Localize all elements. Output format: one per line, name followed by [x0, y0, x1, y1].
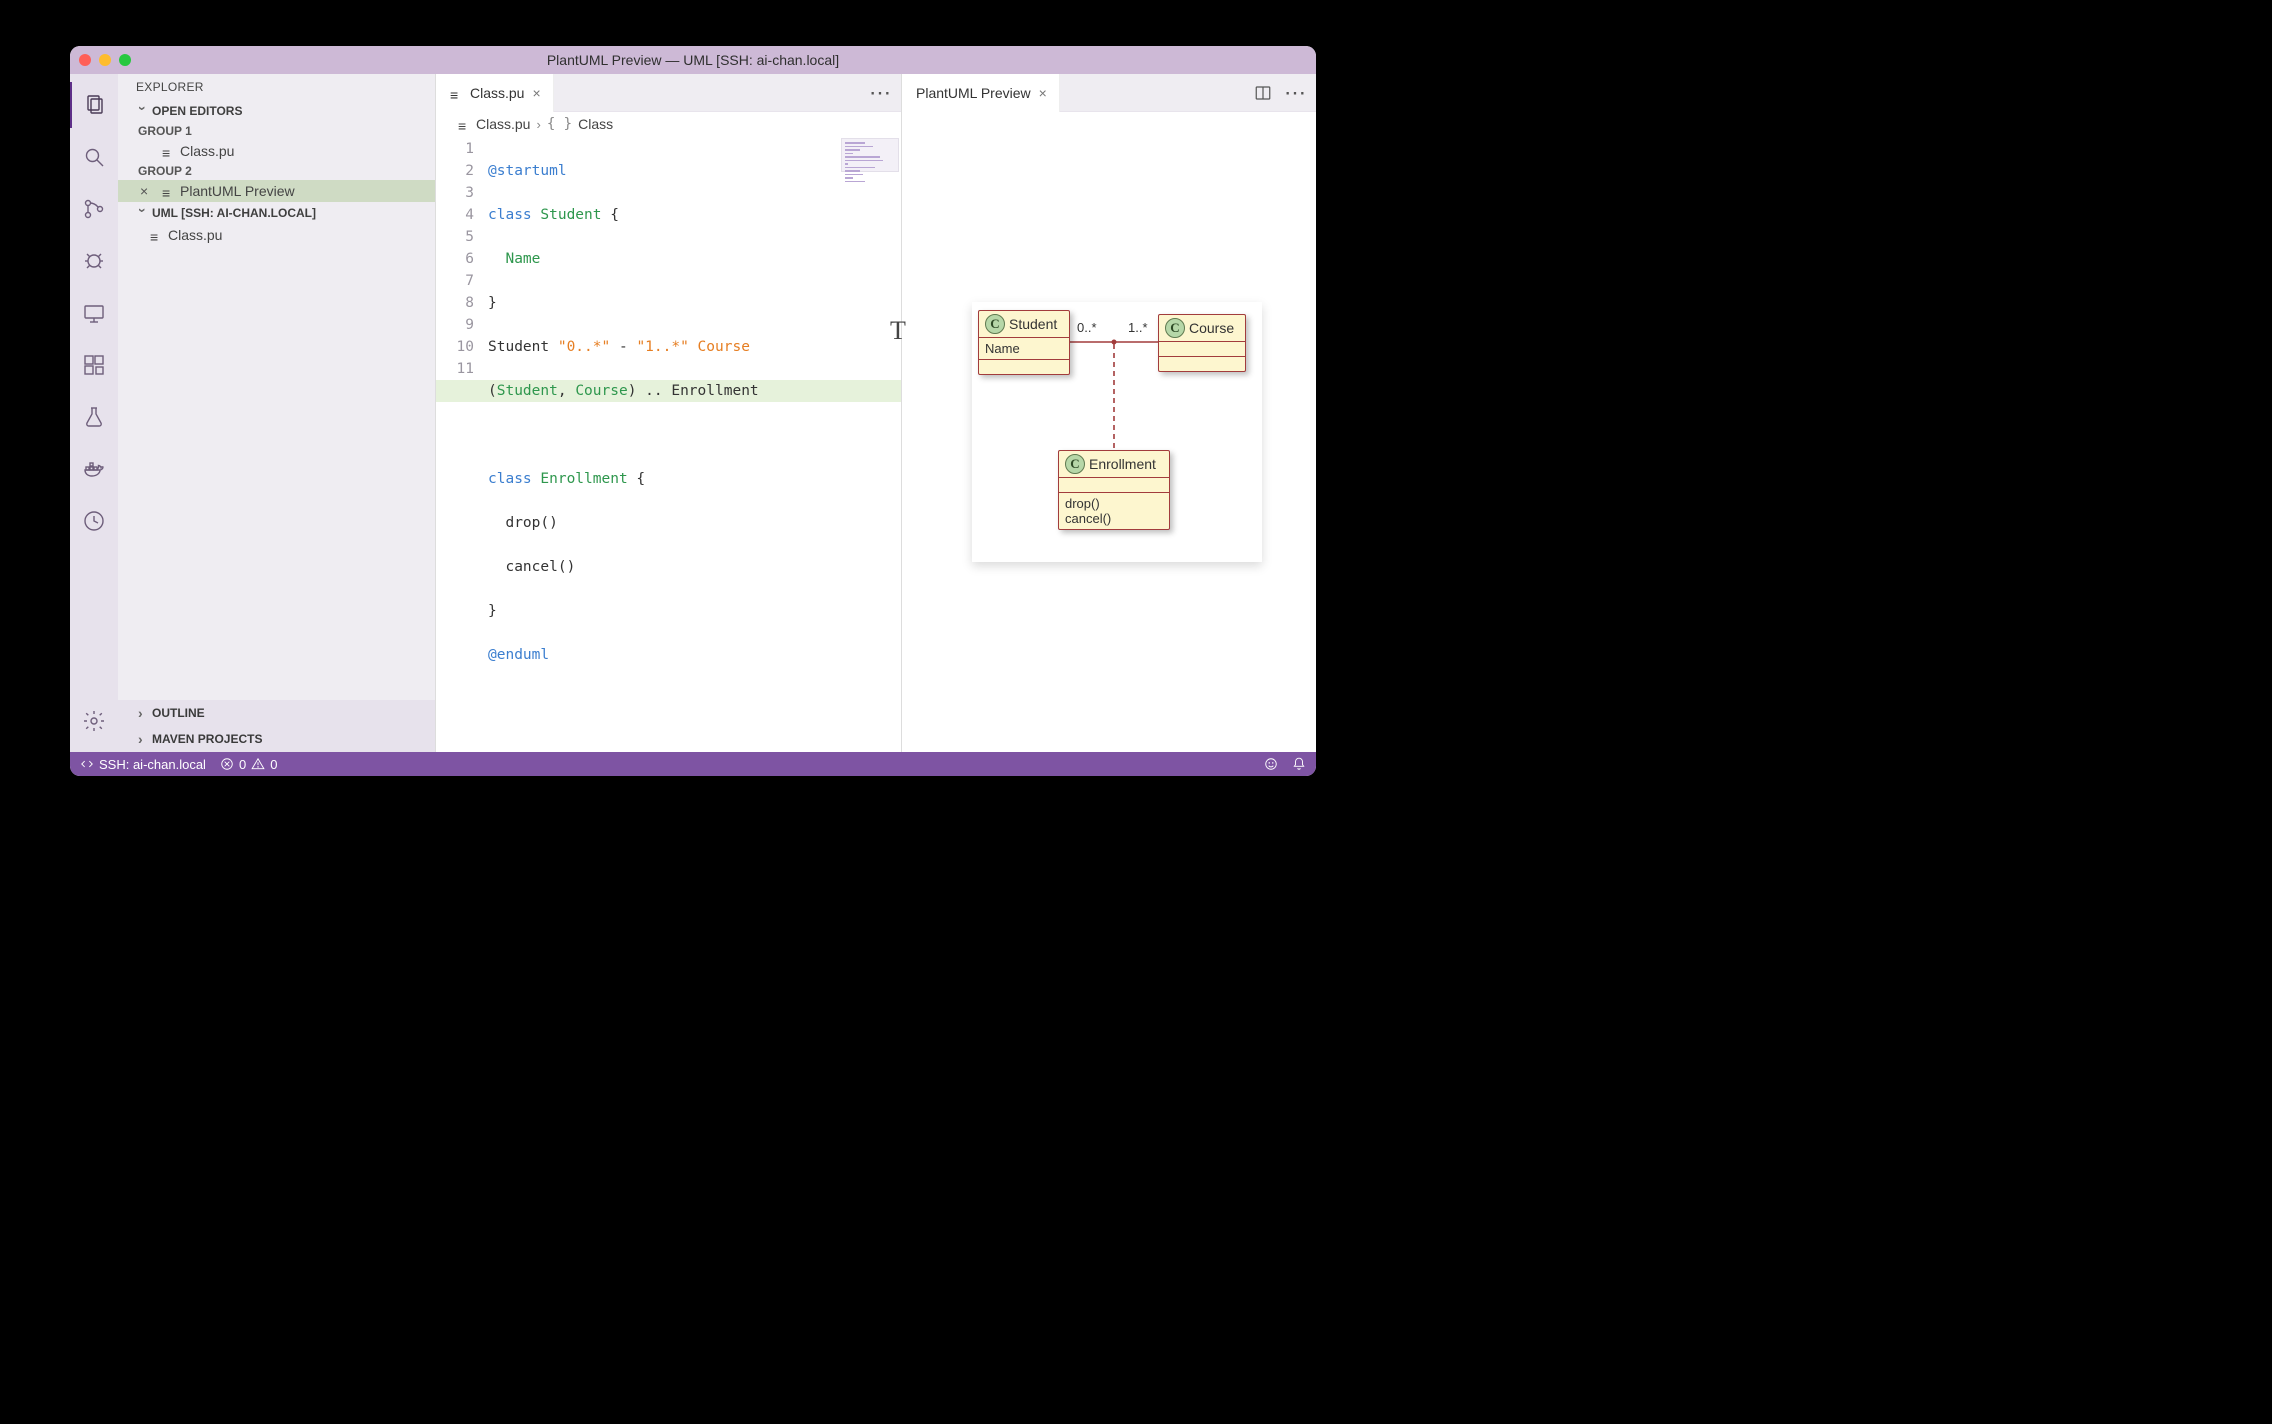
- file-class-pu[interactable]: ≡Class.pu: [118, 224, 435, 246]
- sidebar-title: EXPLORER: [118, 74, 435, 100]
- multiplicity-right: 1..*: [1128, 320, 1148, 335]
- feedback-icon[interactable]: [1264, 757, 1278, 771]
- sidebar-bottom-panels: OUTLINE MAVEN PROJECTS: [118, 700, 435, 752]
- chevron-right-icon: ›: [536, 117, 540, 132]
- class-badge-icon: C: [1065, 454, 1085, 474]
- preview-panel: PlantUML Preview × ⋯ T: [902, 74, 1316, 752]
- close-editor-icon[interactable]: ×: [140, 183, 148, 199]
- file-icon: ≡: [162, 185, 174, 197]
- multiplicity-left: 0..*: [1077, 320, 1097, 335]
- window-title: PlantUML Preview — UML [SSH: ai-chan.loc…: [70, 52, 1316, 68]
- code-content[interactable]: @startuml class Student { Name } Student…: [488, 136, 901, 752]
- open-editor-plantuml-preview[interactable]: ×≡PlantUML Preview: [118, 180, 435, 202]
- open-editor-class-pu[interactable]: ≡Class.pu: [118, 140, 435, 162]
- tab-plantuml-preview[interactable]: PlantUML Preview ×: [902, 74, 1060, 112]
- chevron-right-icon: [138, 731, 148, 747]
- maven-projects-section[interactable]: MAVEN PROJECTS: [118, 726, 435, 752]
- settings-gear-icon[interactable]: [70, 698, 118, 744]
- tab-class-pu[interactable]: ≡ Class.pu ×: [436, 74, 554, 112]
- explorer-sidebar: EXPLORER OPEN EDITORS GROUP 1 ≡Class.pu …: [118, 74, 436, 752]
- group-2-label: GROUP 2: [118, 162, 435, 180]
- workspace-section[interactable]: UML [SSH: AI-CHAN.LOCAL]: [118, 202, 435, 224]
- file-icon: ≡: [458, 118, 470, 130]
- docker-icon[interactable]: [70, 446, 118, 492]
- zoom-window-button[interactable]: [119, 54, 131, 66]
- remote-indicator[interactable]: SSH: ai-chan.local: [80, 757, 206, 772]
- notifications-icon[interactable]: [1292, 757, 1306, 771]
- more-actions-icon[interactable]: ⋯: [869, 80, 891, 106]
- uml-class-enrollment: CEnrollment drop() cancel(): [1058, 450, 1170, 530]
- minimize-window-button[interactable]: [99, 54, 111, 66]
- editor-area: ≡ Class.pu × ⋯ ≡ Class.pu › { } Class: [436, 74, 1316, 752]
- preview-tabbar: PlantUML Preview × ⋯: [902, 74, 1316, 112]
- traffic-lights: [79, 54, 131, 66]
- more-actions-icon[interactable]: ⋯: [1284, 80, 1306, 106]
- breadcrumb[interactable]: ≡ Class.pu › { } Class: [436, 112, 901, 136]
- open-editors-section[interactable]: OPEN EDITORS: [118, 100, 435, 122]
- uml-class-student: CStudent Name: [978, 310, 1070, 375]
- vscode-window: PlantUML Preview — UML [SSH: ai-chan.loc…: [70, 46, 1316, 776]
- explorer-icon[interactable]: [70, 82, 118, 128]
- code-editor-panel: ≡ Class.pu × ⋯ ≡ Class.pu › { } Class: [436, 74, 902, 752]
- line-number-gutter: 123456789101112: [436, 136, 488, 752]
- close-window-button[interactable]: [79, 54, 91, 66]
- activity-bar: [70, 74, 118, 752]
- close-tab-icon[interactable]: ×: [1039, 85, 1047, 101]
- outline-section[interactable]: OUTLINE: [118, 700, 435, 726]
- debug-icon[interactable]: [70, 238, 118, 284]
- test-icon[interactable]: [70, 394, 118, 440]
- extensions-icon[interactable]: [70, 342, 118, 388]
- status-bar: SSH: ai-chan.local 0 0: [70, 752, 1316, 776]
- file-icon: ≡: [450, 87, 462, 99]
- uml-diagram: 0..* 1..* CStudent Name CCourse: [972, 302, 1262, 562]
- remote-explorer-icon[interactable]: [70, 290, 118, 336]
- search-icon[interactable]: [70, 134, 118, 180]
- uml-class-course: CCourse: [1158, 314, 1246, 372]
- chevron-down-icon: [138, 205, 148, 221]
- class-badge-icon: C: [1165, 318, 1185, 338]
- chevron-right-icon: [138, 705, 148, 721]
- class-badge-icon: C: [985, 314, 1005, 334]
- file-icon: ≡: [150, 229, 162, 241]
- symbol-namespace-icon: { }: [547, 116, 572, 132]
- chevron-down-icon: [138, 103, 148, 119]
- group-1-label: GROUP 1: [118, 122, 435, 140]
- timeline-icon[interactable]: [70, 498, 118, 544]
- source-control-icon[interactable]: [70, 186, 118, 232]
- split-editor-icon[interactable]: [1254, 84, 1272, 102]
- file-icon: ≡: [162, 145, 174, 157]
- titlebar[interactable]: PlantUML Preview — UML [SSH: ai-chan.loc…: [70, 46, 1316, 74]
- preview-canvas[interactable]: T 0..* 1..* CStudent Name: [902, 112, 1316, 752]
- editor-tabbar: ≡ Class.pu × ⋯: [436, 74, 901, 112]
- problems-indicator[interactable]: 0 0: [220, 757, 277, 772]
- close-tab-icon[interactable]: ×: [532, 85, 540, 101]
- code-editor[interactable]: 123456789101112 @startuml class Student …: [436, 136, 901, 752]
